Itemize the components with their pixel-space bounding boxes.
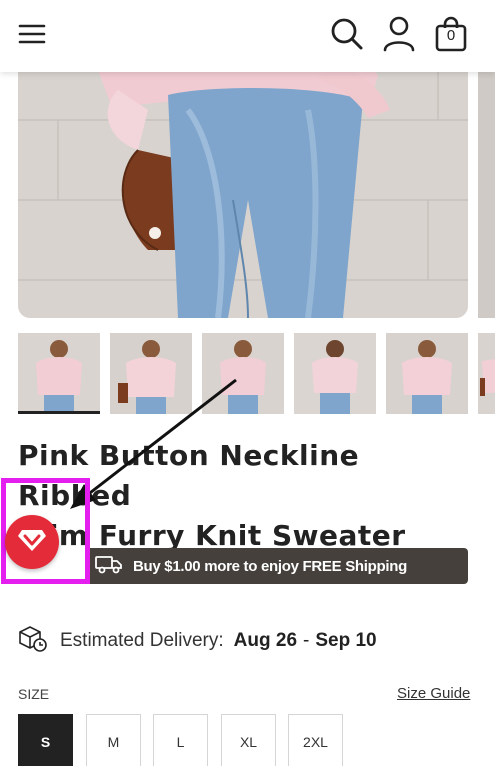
size-option-m[interactable]: M	[86, 714, 141, 766]
delivery-start-date: Aug 26	[233, 630, 298, 651]
free-shipping-banner: Buy $1.00 more to enjoy FREE Shipping	[85, 548, 468, 584]
thumbnail[interactable]	[110, 333, 192, 414]
size-guide-link[interactable]: Size Guide	[397, 685, 470, 702]
diamond-gift-icon	[17, 527, 47, 558]
rewards-floating-button[interactable]	[5, 515, 59, 569]
thumbnail[interactable]	[478, 333, 495, 414]
hamburger-menu-icon[interactable]	[14, 14, 50, 54]
account-icon[interactable]	[381, 14, 417, 54]
size-label: SIZE	[18, 686, 50, 702]
next-image-peek	[478, 60, 495, 318]
estimated-delivery: Estimated Delivery : Aug 26 - Sep 10	[18, 624, 377, 658]
cart-count-badge: 0	[446, 27, 456, 44]
delivery-separator: -	[303, 630, 310, 651]
size-option-s[interactable]: S	[18, 714, 73, 766]
site-header: 0	[0, 0, 495, 72]
shopping-bag-icon[interactable]: 0	[433, 14, 469, 54]
delivery-end-date: Sep 10	[315, 630, 377, 651]
search-icon[interactable]	[329, 14, 365, 54]
estimated-delivery-label: Estimated Delivery	[60, 630, 219, 651]
package-clock-icon	[18, 625, 48, 658]
size-option-2xl[interactable]: 2XL	[288, 714, 343, 766]
thumbnail[interactable]	[386, 333, 468, 414]
delivery-colon: :	[218, 630, 224, 651]
free-shipping-text: Buy $1.00 more to enjoy FREE Shipping	[133, 557, 407, 575]
thumbnail[interactable]	[18, 333, 100, 414]
size-option-l[interactable]: L	[153, 714, 208, 766]
thumbnail-strip	[18, 333, 495, 417]
delivery-truck-icon	[95, 554, 123, 579]
thumbnail[interactable]	[294, 333, 376, 414]
thumbnail[interactable]	[202, 333, 284, 414]
size-option-xl[interactable]: XL	[221, 714, 276, 766]
thumbnail-active-indicator	[18, 411, 100, 414]
